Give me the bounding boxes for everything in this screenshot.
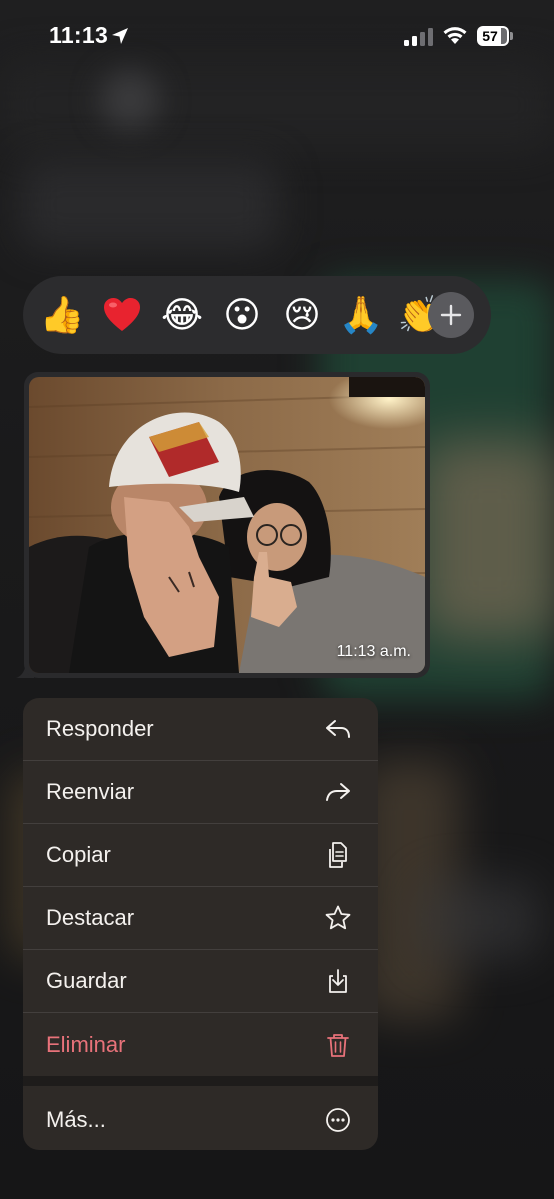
- menu-label-destacar: Destacar: [46, 905, 135, 930]
- blurred-message-bubble-lower: [420, 880, 540, 960]
- menu-label-guardar: Guardar: [46, 968, 127, 993]
- star-icon: [324, 904, 352, 932]
- trash-icon: [324, 1031, 352, 1059]
- location-arrow-icon: [112, 28, 128, 44]
- blurred-photo: [420, 440, 554, 640]
- laughing-reaction[interactable]: 😂: [157, 290, 207, 340]
- wifi-icon: [443, 27, 467, 44]
- menu-item-mas[interactable]: Más...: [23, 1088, 378, 1150]
- menu-item-reenviar[interactable]: Reenviar: [23, 761, 378, 824]
- menu-item-copiar[interactable]: Copiar: [23, 824, 378, 887]
- battery-percentage: 57: [482, 28, 498, 44]
- plus-icon: [440, 304, 462, 326]
- praying-hands-emoji-icon: 🙏: [338, 294, 384, 335]
- surprised-face-emoji-icon: 😮: [223, 294, 261, 335]
- menu-label-reenviar: Reenviar: [46, 779, 135, 804]
- photo-image: [29, 377, 425, 673]
- message-photo[interactable]: 11:13 a.m.: [29, 377, 425, 673]
- surprised-reaction[interactable]: 😮: [217, 290, 267, 340]
- reaction-bar: 👍 😂 😮 😢 🙏 👏: [23, 276, 491, 354]
- forward-icon: [324, 778, 352, 806]
- photo-message-bubble[interactable]: 11:13 a.m.: [24, 372, 430, 678]
- more-ellipsis-icon: [324, 1106, 352, 1134]
- copy-icon: [324, 841, 352, 869]
- whatsapp-message-context-screen: 11:13 57 👍 😂 😮 😢 🙏 👏 11:13 a.m. Responde…: [0, 0, 554, 1199]
- battery-indicator: 57: [477, 26, 513, 46]
- menu-section-divider: [23, 1076, 378, 1086]
- menu-label-copiar: Copiar: [46, 842, 111, 867]
- crying-reaction[interactable]: 😢: [277, 290, 327, 340]
- heart-reaction[interactable]: [97, 290, 147, 340]
- menu-label-mas: Más...: [46, 1106, 106, 1132]
- menu-label-eliminar: Eliminar: [46, 1031, 126, 1057]
- thumbs-up-reaction[interactable]: 👍: [37, 290, 87, 340]
- crying-face-emoji-icon: 😢: [283, 294, 321, 335]
- message-timestamp: 11:13 a.m.: [336, 643, 411, 660]
- status-time: 11:13: [49, 22, 109, 48]
- menu-item-eliminar[interactable]: Eliminar: [23, 1013, 378, 1076]
- save-download-icon: [324, 967, 352, 995]
- menu-item-guardar[interactable]: Guardar: [23, 950, 378, 1013]
- menu-item-destacar[interactable]: Destacar: [23, 887, 378, 950]
- status-bar: 11:13 57: [0, 0, 554, 70]
- menu-label-responder: Responder: [46, 716, 154, 741]
- praying-reaction[interactable]: 🙏: [336, 290, 386, 340]
- cellular-signal-icon: [404, 28, 433, 46]
- red-heart-emoji-icon: [104, 298, 140, 331]
- thumbs-up-emoji-icon: 👍: [39, 294, 85, 335]
- reply-icon: [324, 715, 352, 743]
- more-reactions-button[interactable]: [428, 292, 474, 338]
- battery-tip: [510, 32, 513, 40]
- blurred-avatar: [100, 70, 160, 130]
- blurred-message-bubble: [20, 160, 280, 250]
- message-context-menu: Responder Reenviar Copiar Destacar Guard…: [23, 698, 378, 1150]
- menu-item-responder[interactable]: Responder: [23, 698, 378, 761]
- tears-of-joy-emoji-icon: 😂: [160, 294, 204, 335]
- blurred-chat-header: [0, 60, 554, 150]
